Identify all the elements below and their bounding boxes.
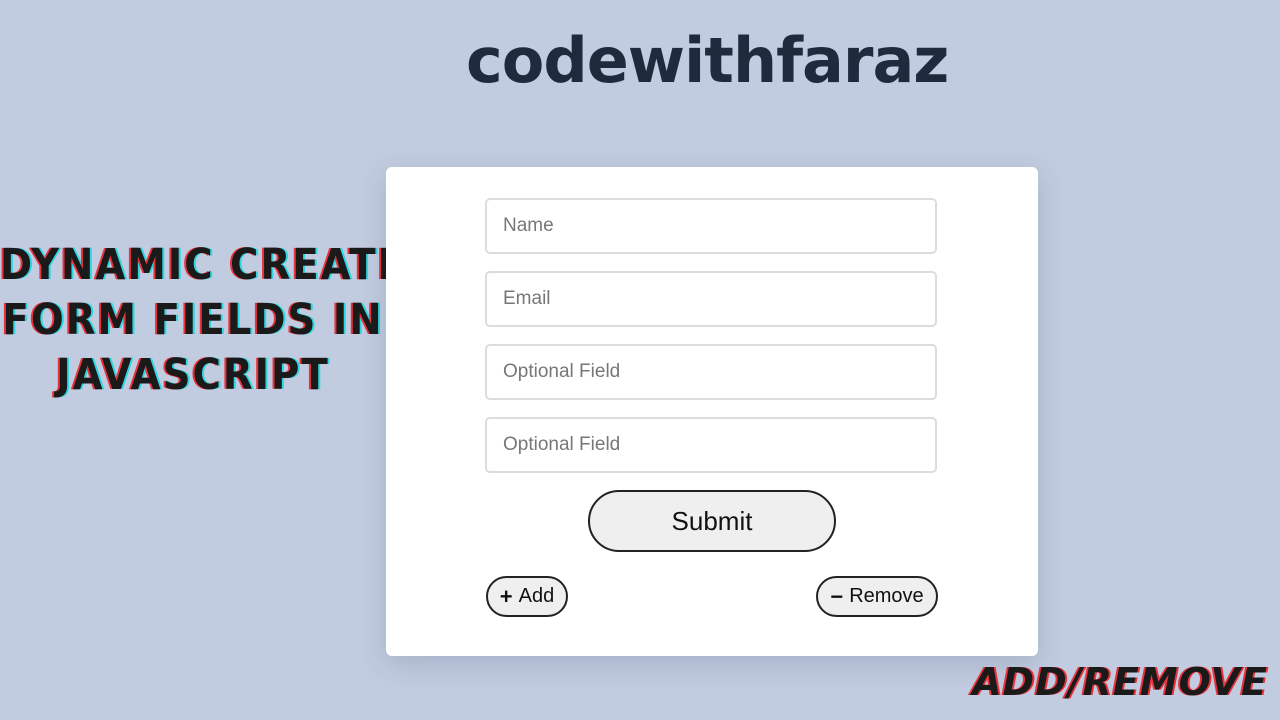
optional-field-2[interactable] bbox=[485, 417, 937, 473]
headline-line-1: DYNAMIC CREATE bbox=[0, 240, 407, 290]
add-button-label: Add bbox=[518, 585, 555, 607]
name-field[interactable] bbox=[485, 198, 937, 254]
optional-field-1[interactable] bbox=[485, 344, 937, 400]
minus-icon: − bbox=[830, 583, 844, 609]
add-remove-tag: ADD/REMOVE bbox=[972, 660, 1268, 704]
site-brand-title: codewithfaraz bbox=[466, 24, 949, 97]
video-headline: DYNAMIC CREATE FORM FIELDS IN JAVASCRIPT bbox=[0, 238, 407, 403]
form-card: Submit + Add − Remove bbox=[386, 167, 1038, 656]
remove-button-label: Remove bbox=[849, 585, 924, 607]
headline-line-3: JAVASCRIPT bbox=[56, 350, 330, 400]
plus-icon: + bbox=[499, 583, 513, 609]
remove-field-button[interactable]: − Remove bbox=[816, 576, 938, 617]
add-field-button[interactable]: + Add bbox=[486, 576, 568, 617]
email-field[interactable] bbox=[485, 271, 937, 327]
submit-button[interactable]: Submit bbox=[588, 490, 836, 552]
headline-line-2: FORM FIELDS IN bbox=[2, 295, 384, 345]
